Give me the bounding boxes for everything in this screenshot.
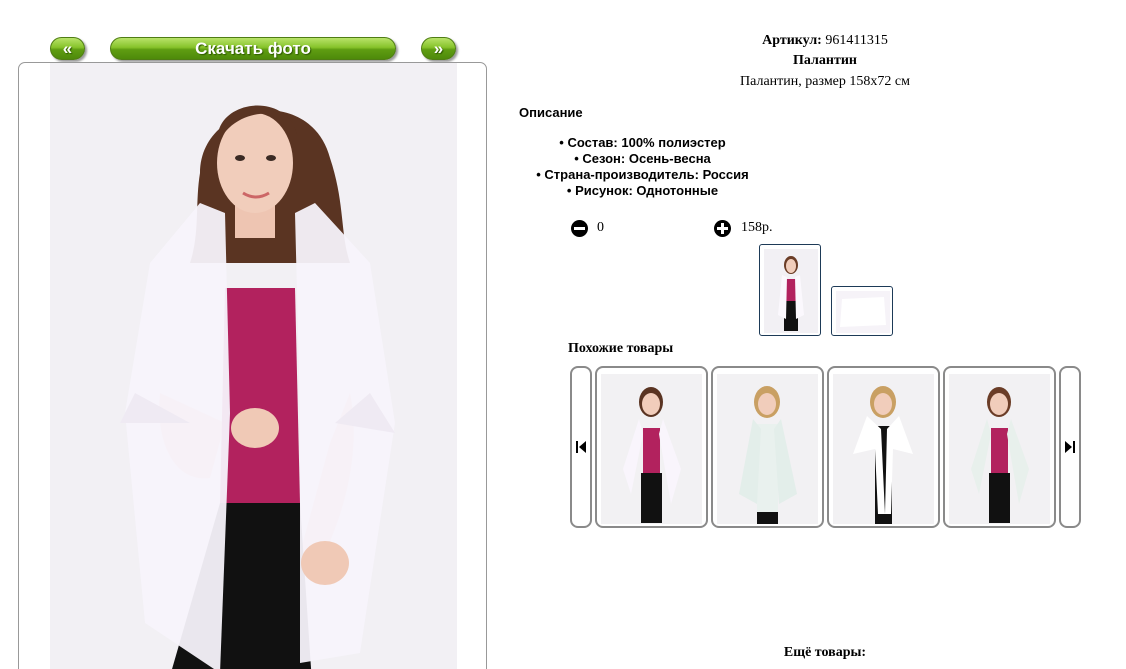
similar-product-image bbox=[833, 374, 934, 524]
quantity-value: 0 bbox=[597, 220, 604, 235]
similar-product-image bbox=[717, 374, 818, 524]
download-photo-button[interactable]: Скачать фото bbox=[110, 37, 396, 60]
next-photo-label: » bbox=[433, 39, 444, 58]
product-subtitle: Палантин, размер 158x72 см bbox=[740, 74, 910, 89]
plus-circle-icon[interactable] bbox=[714, 220, 731, 237]
similar-product-card-2[interactable] bbox=[711, 366, 824, 528]
more-products-heading: Ещё товары: bbox=[783, 645, 867, 660]
description-item: Страна-производитель: Россия bbox=[510, 167, 775, 183]
model-illustration bbox=[120, 105, 395, 669]
skip-forward-icon bbox=[1065, 441, 1075, 453]
description-heading: Описание bbox=[519, 105, 583, 120]
description-item: Рисунок: Однотонные bbox=[510, 183, 775, 199]
previous-photo-button[interactable]: « bbox=[50, 37, 85, 60]
description-list: Состав: 100% полиэстер Сезон: Осень-весн… bbox=[510, 135, 775, 199]
carousel-prev-button[interactable] bbox=[570, 366, 592, 528]
photo-thumbnail-1[interactable] bbox=[759, 244, 821, 336]
previous-photo-label: « bbox=[62, 39, 73, 58]
similar-product-image bbox=[949, 374, 1050, 524]
similar-product-card-3[interactable] bbox=[827, 366, 940, 528]
carousel-next-button[interactable] bbox=[1059, 366, 1081, 528]
product-title: Палантин bbox=[793, 53, 857, 68]
similar-product-card-4[interactable] bbox=[943, 366, 1056, 528]
main-photo-frame bbox=[18, 62, 487, 669]
minus-circle-icon[interactable] bbox=[571, 220, 588, 237]
similar-products-heading: Похожие товары bbox=[568, 341, 674, 356]
article-number: 961411315 bbox=[825, 33, 888, 48]
main-product-photo bbox=[50, 63, 457, 669]
thumbnail-scarf-image bbox=[836, 291, 890, 333]
photo-thumbnail-2[interactable] bbox=[831, 286, 893, 336]
article-label: Артикул: bbox=[762, 33, 822, 48]
thumbnail-model-image bbox=[764, 249, 818, 333]
similar-product-image bbox=[601, 374, 702, 524]
similar-product-card-1[interactable] bbox=[595, 366, 708, 528]
download-photo-label: Скачать фото bbox=[195, 39, 311, 58]
description-item: Сезон: Осень-весна bbox=[510, 151, 775, 167]
article-line: Артикул: 961411315 bbox=[620, 33, 1030, 49]
next-photo-button[interactable]: » bbox=[421, 37, 456, 60]
skip-back-icon bbox=[576, 441, 586, 453]
description-item: Состав: 100% полиэстер bbox=[510, 135, 775, 151]
price-value: 158р. bbox=[741, 220, 773, 235]
